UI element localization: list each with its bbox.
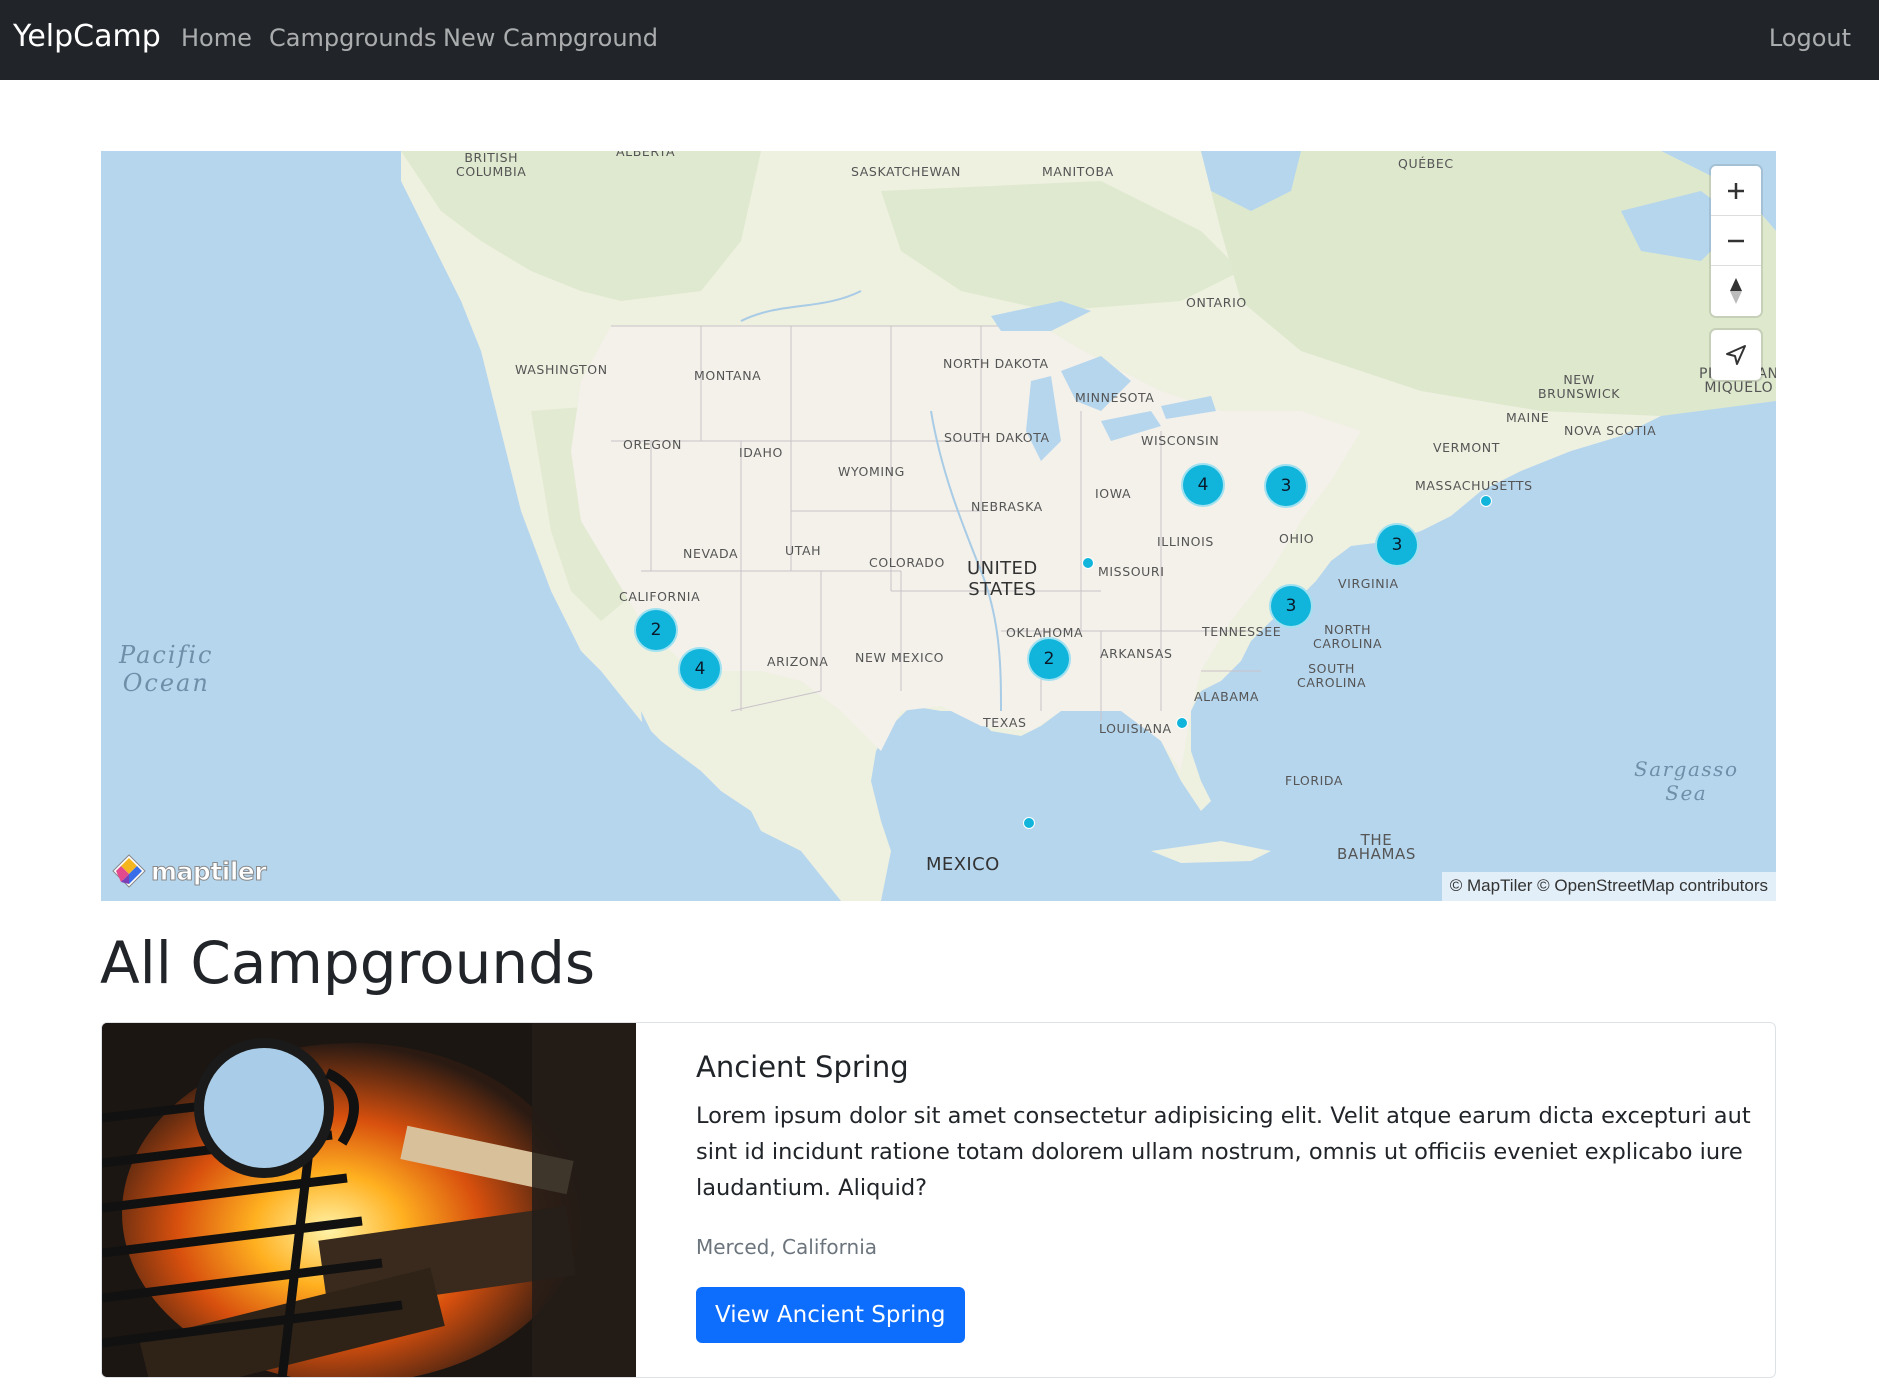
- map-label-north-carolina: NORTH CAROLINA: [1313, 622, 1383, 651]
- location-arrow-icon: [1726, 345, 1746, 365]
- map-label-bahamas: THE BAHAMAS: [1337, 831, 1417, 863]
- map-label-new-brunswick: NEW BRUNSWICK: [1538, 372, 1621, 401]
- map-label-illinois: ILLINOIS: [1157, 534, 1214, 549]
- map-label-idaho: IDAHO: [739, 445, 783, 460]
- map-label-mexico: MEXICO: [926, 854, 1000, 875]
- geolocate-button[interactable]: [1711, 330, 1761, 380]
- map-label-colorado: COLORADO: [869, 555, 945, 570]
- page-title: All Campgrounds: [100, 929, 596, 997]
- brand-link[interactable]: YelpCamp: [13, 19, 161, 54]
- map-label-montana: MONTANA: [694, 368, 762, 383]
- cluster-map[interactable]: BRITISH COLUMBIA ALBERTA SASKATCHEWAN MA…: [101, 151, 1776, 901]
- map-label-sargasso-sea: Sargasso Sea: [1634, 757, 1739, 805]
- map-label-wisconsin: WISCONSIN: [1141, 433, 1220, 448]
- maptiler-logo-text: maptiler: [150, 856, 267, 886]
- map-label-nova-scotia: NOVA SCOTIA: [1564, 423, 1657, 438]
- map-cluster[interactable]: 3: [1375, 523, 1419, 567]
- maptiler-logo[interactable]: maptiler: [111, 853, 267, 889]
- campground-image: [102, 1023, 636, 1377]
- map-label-florida: FLORIDA: [1285, 773, 1344, 788]
- map-label-british-columbia: BRITISH COLUMBIA: [456, 151, 527, 179]
- campground-title: Ancient Spring: [696, 1050, 909, 1084]
- map-point[interactable]: [1023, 817, 1035, 829]
- map-label-saskatchewan: SASKATCHEWAN: [851, 164, 961, 179]
- map-label-tennessee: TENNESSEE: [1202, 624, 1282, 639]
- campground-card: Ancient Spring Lorem ipsum dolor sit ame…: [101, 1022, 1776, 1378]
- map-label-nevada: NEVADA: [683, 546, 739, 561]
- nav-link-campgrounds[interactable]: Campgrounds: [269, 24, 437, 52]
- map-label-utah: UTAH: [785, 543, 822, 558]
- reset-bearing-button[interactable]: [1711, 266, 1761, 316]
- campfire-image: [102, 1023, 636, 1377]
- compass-icon: [1730, 278, 1742, 304]
- map-label-texas: TEXAS: [983, 715, 1027, 730]
- map-label-minnesota: MINNESOTA: [1075, 390, 1155, 405]
- zoom-in-button[interactable]: [1711, 166, 1761, 216]
- map-label-quebec: QUÉBEC: [1398, 156, 1454, 171]
- map-label-south-dakota: SOUTH DAKOTA: [944, 430, 1050, 445]
- map-label-nebraska: NEBRASKA: [971, 499, 1043, 514]
- map-label-alabama: ALABAMA: [1194, 689, 1260, 704]
- map-cluster[interactable]: 3: [1269, 584, 1313, 628]
- map-label-missouri: MISSOURI: [1098, 564, 1165, 579]
- map-label-massachusetts: MASSACHUSETTS: [1415, 478, 1533, 493]
- map-label-arizona: ARIZONA: [767, 654, 829, 669]
- map-attribution[interactable]: © MapTiler © OpenStreetMap contributors: [1441, 872, 1776, 901]
- map-label-wyoming: WYOMING: [838, 464, 905, 479]
- view-campground-button[interactable]: View Ancient Spring: [696, 1287, 965, 1343]
- map-basemap: [401, 151, 1776, 901]
- plus-icon: [1728, 182, 1744, 199]
- map-label-united-states: UNITED STATES: [967, 558, 1038, 600]
- map-label-north-dakota: NORTH DAKOTA: [943, 356, 1049, 371]
- zoom-out-button[interactable]: [1711, 216, 1761, 266]
- map-cluster[interactable]: 2: [1027, 637, 1071, 681]
- map-label-virginia: VIRGINIA: [1338, 576, 1399, 591]
- map-label-south-carolina: SOUTH CAROLINA: [1297, 661, 1367, 690]
- map-label-pacific-ocean: Pacific Ocean: [119, 641, 214, 697]
- map-label-louisiana: LOUISIANA: [1099, 721, 1172, 736]
- nav-link-home[interactable]: Home: [181, 24, 252, 52]
- map-label-california: CALIFORNIA: [619, 589, 701, 604]
- logout-link[interactable]: Logout: [1769, 24, 1851, 52]
- map-cluster[interactable]: 4: [678, 647, 722, 691]
- map-label-maine: MAINE: [1506, 410, 1550, 425]
- map-label-ohio: OHIO: [1279, 531, 1315, 546]
- map-label-manitoba: MANITOBA: [1042, 164, 1114, 179]
- minus-icon: [1728, 239, 1744, 242]
- map-point[interactable]: [1480, 495, 1492, 507]
- map-label-arkansas: ARKANSAS: [1100, 646, 1173, 661]
- map-point[interactable]: [1176, 717, 1188, 729]
- map-cluster[interactable]: 2: [634, 608, 678, 652]
- nav-link-new-campground[interactable]: New Campground: [443, 24, 658, 52]
- map-cluster[interactable]: 4: [1181, 463, 1225, 507]
- map-label-oregon: OREGON: [623, 437, 682, 452]
- campground-description: Lorem ipsum dolor sit amet consectetur a…: [696, 1103, 1751, 1201]
- map-navigation-controls: [1711, 166, 1761, 316]
- campground-location: Merced, California: [696, 1235, 878, 1259]
- map-label-ontario: ONTARIO: [1186, 295, 1247, 310]
- navbar: YelpCamp Home Campgrounds New Campground…: [0, 0, 1879, 80]
- maptiler-logo-icon: [112, 854, 146, 888]
- map-point[interactable]: [1082, 557, 1094, 569]
- map-label-vermont: VERMONT: [1433, 440, 1500, 455]
- map-label-washington: WASHINGTON: [515, 362, 608, 377]
- map-cluster[interactable]: 3: [1264, 464, 1308, 508]
- map-label-new-mexico: NEW MEXICO: [855, 650, 945, 665]
- map-label-alberta: ALBERTA: [616, 151, 676, 159]
- map-label-iowa: IOWA: [1095, 486, 1132, 501]
